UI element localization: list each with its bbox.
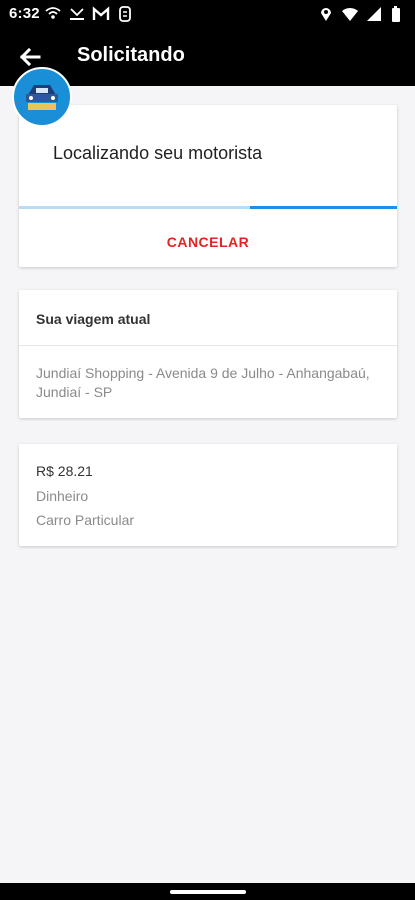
- sync-icon: [119, 6, 131, 22]
- trip-heading: Sua viagem atual: [36, 311, 151, 327]
- system-icons: [317, 5, 407, 23]
- trip-address: Jundiaí Shopping - Avenida 9 de Julho - …: [36, 365, 370, 400]
- locating-card: Localizando seu motorista CANCELAR: [19, 105, 397, 267]
- location-icon: [321, 8, 331, 21]
- wifi-icon: [342, 7, 358, 21]
- wifi-calling-icon: [45, 7, 61, 19]
- driver-avatar: [12, 67, 72, 127]
- status-bar: 6:32: [0, 0, 415, 28]
- missed-call-icon: [70, 8, 84, 20]
- current-trip-card: Sua viagem atual Jundiaí Shopping - Aven…: [19, 290, 397, 418]
- search-progress-bar: [19, 206, 397, 209]
- divider: [19, 345, 397, 346]
- payment-method: Dinheiro: [36, 488, 89, 504]
- page-title: Solicitando: [77, 44, 185, 66]
- locating-status-text: Localizando seu motorista: [53, 143, 263, 163]
- status-time: 6:32: [9, 5, 40, 22]
- payment-card: R$ 28.21 Dinheiro Carro Particular: [19, 444, 397, 546]
- vehicle-type: Carro Particular: [36, 512, 135, 528]
- notification-icons: [44, 5, 134, 23]
- gmail-icon: [92, 6, 110, 20]
- cancel-button[interactable]: CANCELAR: [19, 225, 397, 259]
- progress-fill: [250, 206, 397, 209]
- battery-icon: [392, 6, 400, 22]
- system-nav-bar: [0, 883, 415, 900]
- trip-price: R$ 28.21: [36, 463, 93, 479]
- home-indicator[interactable]: [170, 890, 246, 894]
- signal-icon: [367, 7, 381, 21]
- taxi-logo-icon: [26, 85, 58, 110]
